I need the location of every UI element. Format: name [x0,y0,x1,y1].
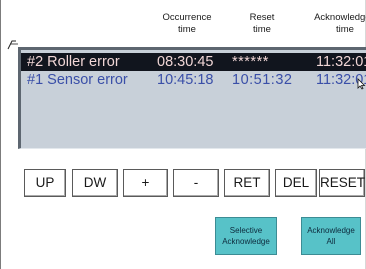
alarm-row-selected[interactable]: #2 Roller error 08:30:45 ****** 11:32:01 [21,53,366,71]
window-left-edge [0,0,1,269]
alarm-reset-time: ****** [232,54,269,70]
alarm-acknowledged-time: 11:32:01 [316,54,366,70]
column-header-occurrence-time: Occurrence time [162,12,212,35]
plus-button[interactable]: + [123,169,168,197]
alarm-occurrence-time: 08:30:45 [157,54,214,70]
mouse-cursor-icon [357,78,366,90]
selective-acknowledge-button[interactable]: Selective Acknowledge [215,217,277,255]
alarm-list[interactable]: #2 Roller error 08:30:45 ****** 11:32:01… [18,47,366,149]
alarm-reset-time: 10:51:32 [232,72,293,88]
minus-button[interactable]: - [173,169,219,197]
alarm-occurrence-time: 10:45:18 [157,72,214,88]
down-button[interactable]: DW [72,169,118,197]
column-header-acknowledged-time: Acknowledged time [314,12,366,35]
delete-button[interactable]: DEL [275,169,317,197]
alarm-name: #2 Roller error [27,54,120,70]
alarm-row[interactable]: #1 Sensor error 10:45:18 10:51:32 11:32:… [21,71,366,89]
column-header-reset-time: Reset time [249,12,275,35]
up-button[interactable]: UP [24,169,66,197]
alarm-name: #1 Sensor error [27,72,128,88]
return-button[interactable]: RET [224,169,270,197]
reset-button[interactable]: RESET [319,169,365,197]
acknowledge-all-button[interactable]: Acknowledge All [301,217,361,255]
